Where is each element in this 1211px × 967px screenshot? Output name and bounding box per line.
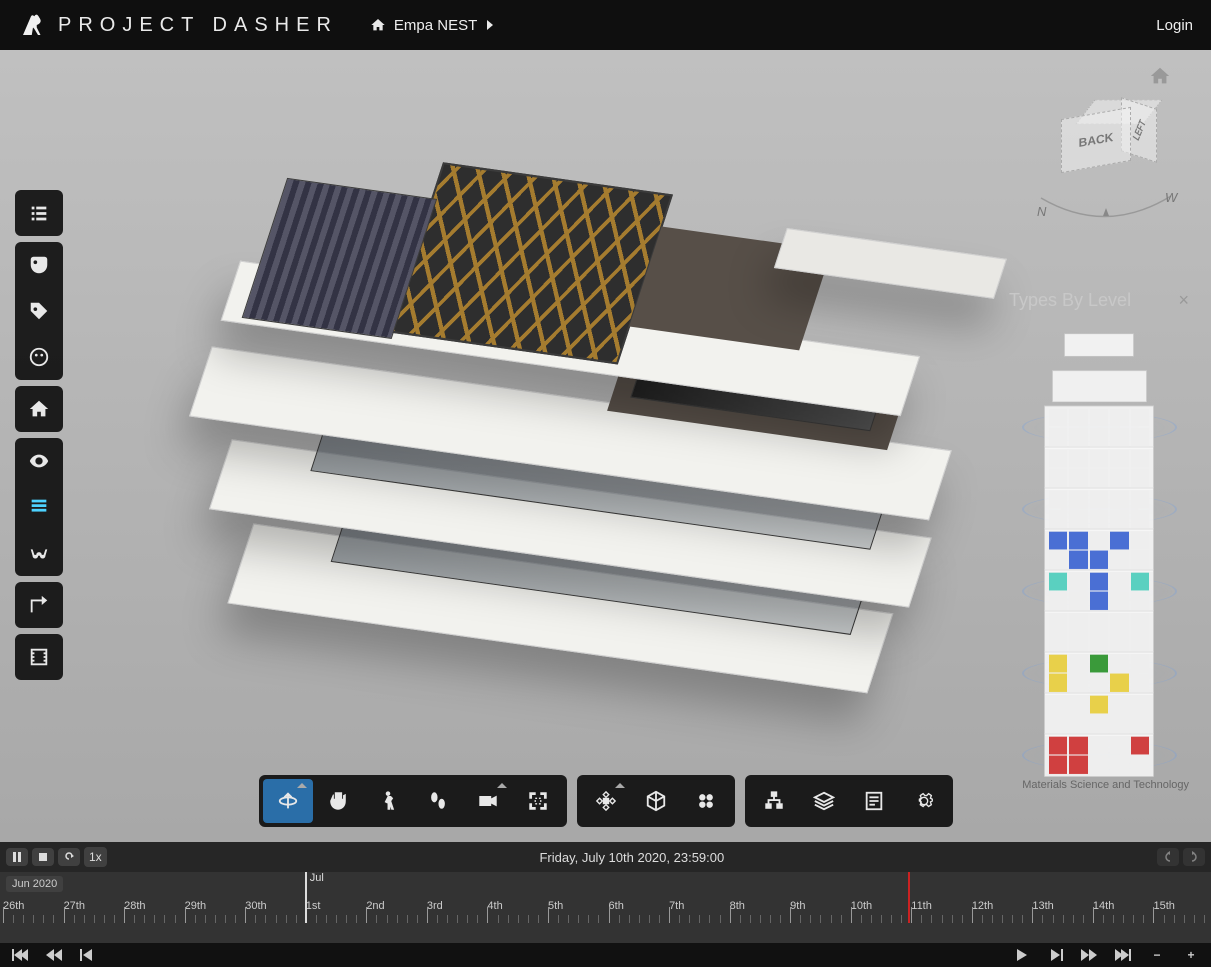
login-link[interactable]: Login <box>1156 17 1193 34</box>
types-by-level-panel: Types By Level × Materials Science and T… <box>1009 290 1189 791</box>
day-label: 6th <box>609 900 624 912</box>
next-button[interactable] <box>1041 946 1069 964</box>
day-label: 27th <box>64 900 85 912</box>
properties-button[interactable] <box>849 779 899 823</box>
refresh-fwd-button[interactable] <box>1183 848 1205 866</box>
goto-start-button[interactable] <box>6 946 34 964</box>
list-button[interactable] <box>15 190 63 236</box>
day-label: 26th <box>3 900 24 912</box>
day-label: 9th <box>790 900 805 912</box>
breadcrumb[interactable]: Empa NEST <box>370 17 495 34</box>
step-back-button[interactable] <box>40 946 68 964</box>
viewcube-front[interactable]: BACK <box>1061 107 1131 173</box>
types-panel-title: Types By Level <box>1009 290 1131 311</box>
compass-ring[interactable]: N W <box>1031 187 1181 225</box>
day-label: 13th <box>1032 900 1053 912</box>
viewcube-widget[interactable]: LEFT BACK N W <box>1011 65 1191 225</box>
month-divider-label: Jul <box>310 872 324 884</box>
film-button[interactable] <box>15 634 63 680</box>
building-model <box>200 149 980 709</box>
day-label: 5th <box>548 900 563 912</box>
day-label: 7th <box>669 900 684 912</box>
level-stack[interactable] <box>1009 325 1189 775</box>
app-title: PROJECT DASHER <box>58 14 338 37</box>
day-label: 3rd <box>427 900 443 912</box>
loop-button[interactable] <box>58 848 80 866</box>
walk-button[interactable] <box>363 779 413 823</box>
play-button[interactable] <box>1007 946 1035 964</box>
day-label: 4th <box>487 900 502 912</box>
playhead[interactable] <box>908 872 910 923</box>
speed-button[interactable]: 1x <box>84 847 107 867</box>
chevron-right-icon <box>485 19 495 31</box>
explode-button[interactable] <box>581 779 631 823</box>
close-icon[interactable]: × <box>1178 290 1189 311</box>
day-label: 8th <box>730 900 745 912</box>
day-label: 11th <box>911 900 932 912</box>
zoom-in-button[interactable]: + <box>1177 946 1205 964</box>
goto-end-button[interactable] <box>1109 946 1137 964</box>
breadcrumb-label: Empa NEST <box>394 17 477 34</box>
tag-button[interactable] <box>15 288 63 334</box>
day-label: 14th <box>1093 900 1114 912</box>
day-label: 12th <box>972 900 993 912</box>
day-label: 30th <box>245 900 266 912</box>
month-label: Jun 2020 <box>6 876 63 892</box>
left-toolbar <box>15 190 63 680</box>
app-logo-icon <box>18 10 48 40</box>
step-fwd-button[interactable] <box>1075 946 1103 964</box>
zoom-out-button[interactable]: − <box>1143 946 1171 964</box>
pause-button[interactable] <box>6 848 28 866</box>
share-button[interactable] <box>15 582 63 628</box>
refresh-back-button[interactable] <box>1157 848 1179 866</box>
viewer-toolbar <box>259 775 953 827</box>
day-label: 2nd <box>366 900 384 912</box>
home-icon <box>370 17 386 33</box>
fit-view-button[interactable] <box>513 779 563 823</box>
probe-button[interactable] <box>15 334 63 380</box>
orbit-button[interactable] <box>263 779 313 823</box>
cluster-button[interactable] <box>681 779 731 823</box>
camera-button[interactable] <box>463 779 513 823</box>
compass-n-label: N <box>1037 204 1047 219</box>
model-tree-button[interactable] <box>749 779 799 823</box>
glasses-button[interactable] <box>15 530 63 576</box>
visibility-button[interactable] <box>15 438 63 484</box>
home-button[interactable] <box>15 386 63 432</box>
viewcube-home-icon[interactable] <box>1149 65 1171 87</box>
prev-button[interactable] <box>74 946 102 964</box>
timeline-date-label: Friday, July 10th 2020, 23:59:00 <box>111 850 1153 865</box>
sensor-button[interactable] <box>15 242 63 288</box>
timeline-nav-row: − + <box>0 943 1211 967</box>
section-button[interactable] <box>631 779 681 823</box>
stop-button[interactable] <box>32 848 54 866</box>
timeline-ruler[interactable]: Jun 2020 26th 27th 28th 29th 30th 1st 2nd 3rd 4t… <box>0 872 1211 943</box>
timeline: 1x Friday, July 10th 2020, 23:59:00 Jun … <box>0 842 1211 967</box>
settings-button[interactable] <box>899 779 949 823</box>
day-label: 10th <box>851 900 872 912</box>
layers-button[interactable] <box>799 779 849 823</box>
pan-button[interactable] <box>313 779 363 823</box>
timeline-controls-row: 1x Friday, July 10th 2020, 23:59:00 <box>0 842 1211 872</box>
day-label: 1st <box>306 900 321 912</box>
levels-button[interactable] <box>15 484 63 530</box>
day-label: 29th <box>185 900 206 912</box>
day-label: 28th <box>124 900 145 912</box>
footsteps-button[interactable] <box>413 779 463 823</box>
types-footer-label: Materials Science and Technology <box>1009 779 1189 791</box>
compass-w-label: W <box>1165 190 1179 205</box>
topbar: PROJECT DASHER Empa NEST Login <box>0 0 1211 50</box>
day-label: 15th <box>1153 900 1174 912</box>
